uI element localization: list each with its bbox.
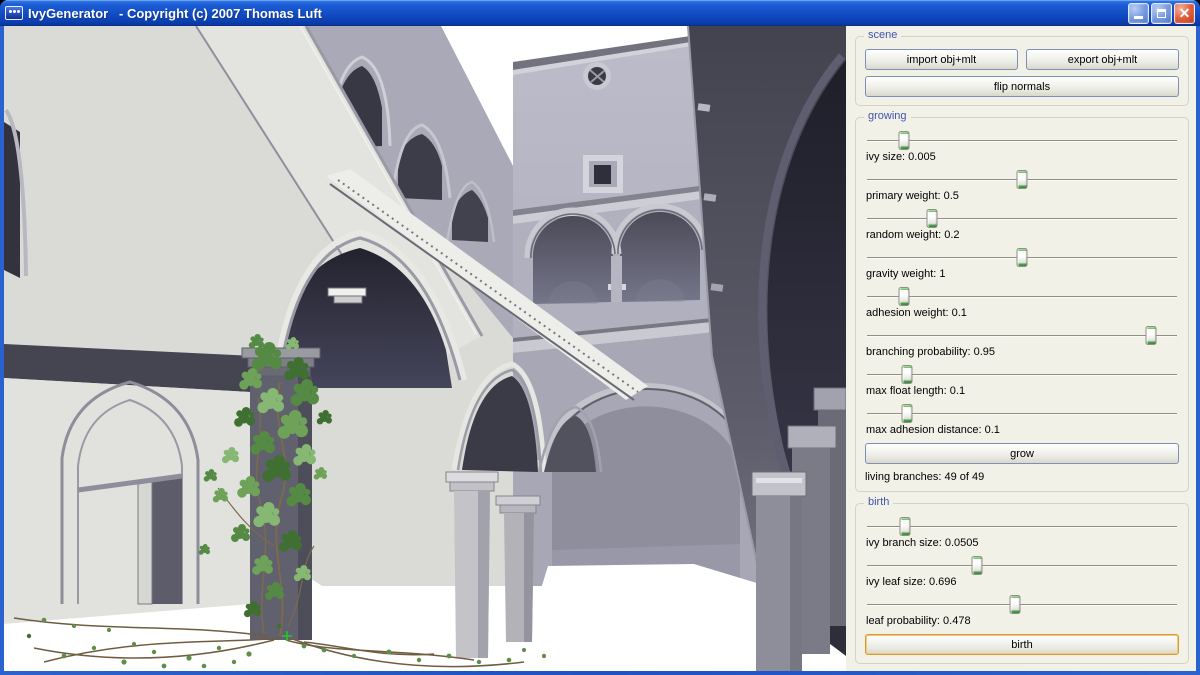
slider-label-leaf-probability: leaf probability: 0.478 bbox=[866, 615, 1179, 627]
slider-label-primary-weight: primary weight: 0.5 bbox=[866, 190, 1179, 202]
minimize-icon bbox=[1134, 16, 1143, 19]
window-title: IvyGenerator - Copyright (c) 2007 Thomas… bbox=[28, 6, 1123, 21]
slider-label-random-weight: random weight: 0.2 bbox=[866, 229, 1179, 241]
import-obj-button[interactable]: import obj+mlt bbox=[865, 49, 1018, 70]
slider-ivy-branch-size[interactable] bbox=[867, 517, 1177, 536]
slider-track[interactable] bbox=[867, 335, 1177, 336]
close-button[interactable]: ✕ bbox=[1174, 3, 1195, 24]
grow-button[interactable]: grow bbox=[865, 443, 1179, 464]
control-panel: scene import obj+mlt export obj+mlt flip… bbox=[846, 26, 1196, 671]
slider-ivy-leaf-size[interactable] bbox=[867, 556, 1177, 575]
slider-track[interactable] bbox=[867, 140, 1177, 141]
living-branches-status: living branches: 49 of 49 bbox=[865, 471, 1179, 483]
viewport-3d[interactable] bbox=[4, 26, 846, 671]
slider-label-max-adhesion-distance: max adhesion distance: 0.1 bbox=[866, 424, 1179, 436]
slider-leaf-probability[interactable] bbox=[867, 595, 1177, 614]
slider-handle[interactable] bbox=[1145, 326, 1156, 345]
slider-max-float-length[interactable] bbox=[867, 365, 1177, 384]
group-scene: scene import obj+mlt export obj+mlt flip… bbox=[855, 36, 1189, 106]
minimize-button[interactable] bbox=[1128, 3, 1149, 24]
slider-random-weight[interactable] bbox=[867, 209, 1177, 228]
slider-track[interactable] bbox=[867, 218, 1177, 219]
slider-label-branching-probability: branching probability: 0.95 bbox=[866, 346, 1179, 358]
slider-label-ivy-size: ivy size: 0.005 bbox=[866, 151, 1179, 163]
group-birth: birth ivy branch size: 0.0505 ivy leaf s… bbox=[855, 503, 1189, 664]
title-bar[interactable]: IvyGenerator - Copyright (c) 2007 Thomas… bbox=[0, 0, 1200, 26]
app-window: IvyGenerator - Copyright (c) 2007 Thomas… bbox=[0, 0, 1200, 675]
group-growing: growing ivy size: 0.005 primary weight: … bbox=[855, 117, 1189, 492]
slider-handle[interactable] bbox=[1009, 595, 1020, 614]
slider-label-ivy-leaf-size: ivy leaf size: 0.696 bbox=[866, 576, 1179, 588]
slider-handle[interactable] bbox=[1017, 170, 1028, 189]
slider-adhesion-weight[interactable] bbox=[867, 287, 1177, 306]
slider-handle[interactable] bbox=[900, 517, 911, 536]
flip-normals-button[interactable]: flip normals bbox=[865, 76, 1179, 97]
slider-label-max-float-length: max float length: 0.1 bbox=[866, 385, 1179, 397]
slider-handle[interactable] bbox=[901, 404, 912, 423]
group-growing-label: growing bbox=[864, 110, 911, 122]
slider-label-ivy-branch-size: ivy branch size: 0.0505 bbox=[866, 537, 1179, 549]
slider-label-adhesion-weight: adhesion weight: 0.1 bbox=[866, 307, 1179, 319]
slider-track[interactable] bbox=[867, 604, 1177, 605]
slider-handle[interactable] bbox=[972, 556, 983, 575]
maximize-button[interactable] bbox=[1151, 3, 1172, 24]
slider-handle[interactable] bbox=[927, 209, 938, 228]
maximize-icon bbox=[1157, 9, 1166, 18]
slider-handle[interactable] bbox=[901, 365, 912, 384]
close-icon: ✕ bbox=[1179, 6, 1191, 20]
slider-track[interactable] bbox=[867, 413, 1177, 414]
slider-label-gravity-weight: gravity weight: 1 bbox=[866, 268, 1179, 280]
slider-track[interactable] bbox=[867, 526, 1177, 527]
slider-handle[interactable] bbox=[898, 287, 909, 306]
scene-render bbox=[4, 26, 846, 671]
slider-primary-weight[interactable] bbox=[867, 170, 1177, 189]
slider-track[interactable] bbox=[867, 565, 1177, 566]
slider-ivy-size[interactable] bbox=[867, 131, 1177, 150]
slider-track[interactable] bbox=[867, 374, 1177, 375]
group-birth-label: birth bbox=[864, 496, 893, 508]
app-icon[interactable] bbox=[5, 6, 23, 20]
slider-handle[interactable] bbox=[1017, 248, 1028, 267]
slider-gravity-weight[interactable] bbox=[867, 248, 1177, 267]
slider-handle[interactable] bbox=[898, 131, 909, 150]
slider-branching-probability[interactable] bbox=[867, 326, 1177, 345]
birth-button[interactable]: birth bbox=[865, 634, 1179, 655]
slider-max-adhesion-distance[interactable] bbox=[867, 404, 1177, 423]
group-scene-label: scene bbox=[864, 29, 901, 41]
export-obj-button[interactable]: export obj+mlt bbox=[1026, 49, 1179, 70]
slider-track[interactable] bbox=[867, 296, 1177, 297]
